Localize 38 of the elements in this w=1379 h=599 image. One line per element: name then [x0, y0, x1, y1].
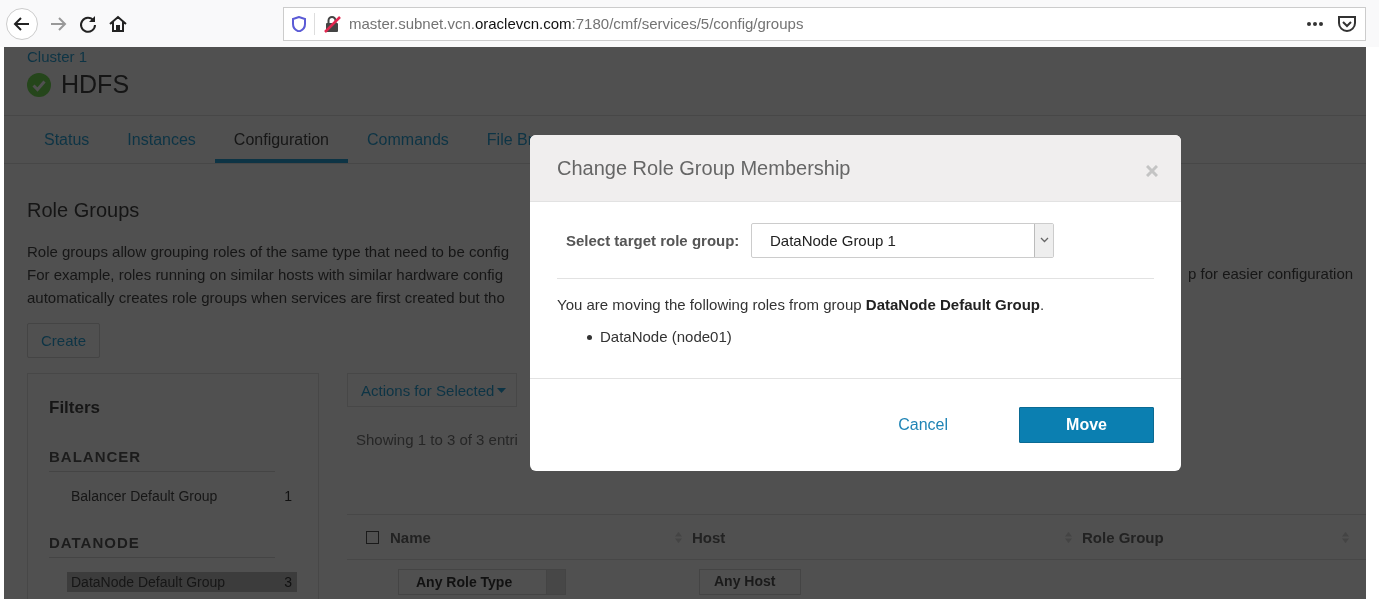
role-type-filter[interactable]: Any Role Type: [398, 569, 566, 595]
field-label: Select target role group:: [565, 231, 741, 249]
dialog-message: You are moving the following roles from group DataNode Default Group.: [557, 296, 1046, 313]
breadcrumb-link[interactable]: Cluster 1: [27, 48, 88, 65]
chevron-down-icon: [1039, 237, 1049, 243]
filters-title: Filters: [49, 398, 102, 418]
home-icon[interactable]: [108, 13, 128, 34]
insecure-lock-icon[interactable]: [323, 14, 341, 33]
tab[interactable]: Configuration: [214, 116, 348, 163]
caret-icon: [497, 387, 507, 393]
move-button[interactable]: Move: [1019, 406, 1154, 443]
bullet-icon: [587, 334, 592, 340]
item-count: 1: [284, 488, 292, 504]
role-group-select[interactable]: DataNode Group 1: [751, 222, 1054, 258]
select-all-checkbox[interactable]: [366, 530, 379, 544]
description-text: For example, roles running on similar hosts with similar hardware config: [27, 265, 504, 285]
url-text: master.subnet.vcn.oraclevcn.com:7180/cmf/services/5/config/groups: [349, 15, 804, 32]
tab[interactable]: Commands: [348, 116, 468, 163]
service-title: HDFS: [61, 70, 130, 99]
actions-dropdown[interactable]: Actions for Selected: [347, 373, 518, 407]
create-button[interactable]: Create: [27, 323, 101, 358]
section-heading: Role Groups: [27, 199, 141, 222]
filter-item-label: Balancer Default Group: [71, 488, 218, 504]
role-list-item: DataNode (node01): [600, 327, 732, 347]
description-text: Role groups allow grouping roles of the same type that need to be config: [27, 242, 509, 262]
tab[interactable]: Instances: [108, 116, 215, 163]
pocket-icon[interactable]: [1337, 13, 1357, 34]
back-button[interactable]: [6, 7, 38, 40]
status-check-icon: [27, 72, 51, 97]
filter-item[interactable]: Balancer Default Group 1: [67, 486, 297, 506]
tab[interactable]: File Br: [467, 116, 553, 163]
description-text: automatically creates role groups when services are first created but tho: [27, 288, 505, 308]
tab[interactable]: Status: [25, 116, 109, 163]
shield-icon[interactable]: [292, 15, 306, 32]
description-text: p for easier configuration: [1188, 265, 1354, 282]
address-bar[interactable]: master.subnet.vcn.oraclevcn.com:7180/cmf/services/5/config/groups: [283, 6, 1366, 41]
dialog-title: Change Role Group Membership: [557, 156, 851, 180]
cancel-button[interactable]: Cancel: [898, 415, 948, 434]
